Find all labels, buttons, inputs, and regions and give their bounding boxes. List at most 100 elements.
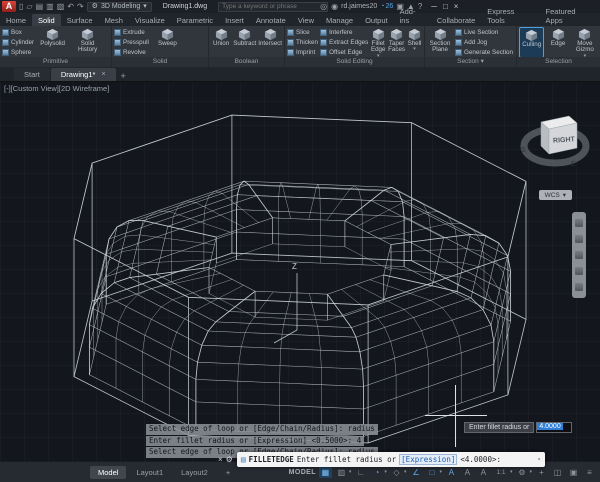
edge-button[interactable]: Edge	[546, 27, 569, 58]
tab-featured-apps[interactable]: Featured Apps	[540, 5, 600, 26]
close-tab-icon[interactable]: ×	[101, 71, 105, 78]
chevron-down-icon[interactable]: ▾	[537, 456, 541, 463]
intersect-button[interactable]: Intersect	[258, 27, 282, 58]
panel-label-boolean[interactable]: Boolean	[209, 57, 284, 67]
interfere-button[interactable]: Interfere	[320, 28, 368, 37]
graphics-performance-icon[interactable]: ▣	[567, 466, 580, 478]
orbit-icon[interactable]	[575, 267, 583, 275]
tab-insert[interactable]: Insert	[219, 14, 250, 26]
ortho-icon[interactable]: ∟	[354, 466, 367, 478]
compass-south-label[interactable]: S	[521, 147, 526, 154]
navigation-bar[interactable]	[572, 212, 586, 298]
taper-faces-button[interactable]: Taper Faces	[388, 27, 405, 58]
units-icon[interactable]: ◫	[551, 466, 564, 478]
annotation-visibility-icon[interactable]: A	[445, 466, 458, 478]
maximize-icon[interactable]: □	[443, 2, 448, 11]
search-icon[interactable]: ◎	[320, 2, 327, 11]
model-space-label[interactable]: MODEL	[289, 469, 316, 476]
open-file-icon[interactable]: ▱	[26, 2, 32, 11]
subtract-button[interactable]: Subtract	[233, 27, 256, 58]
tab-parametric[interactable]: Parametric	[171, 14, 219, 26]
chevron-down-icon[interactable]: ▾	[349, 469, 352, 475]
viewport-controls[interactable]: [-][Custom View][2D Wireframe]	[4, 84, 109, 93]
cylinder-button[interactable]: Cylinder	[2, 38, 34, 47]
imprint-button[interactable]: Imprint	[287, 48, 318, 57]
new-drawing-tab-icon[interactable]: +	[117, 71, 130, 81]
close-icon[interactable]: ×	[454, 2, 459, 11]
autoscale-icon[interactable]: A	[461, 466, 474, 478]
tab-annotate[interactable]: Annotate	[250, 14, 292, 26]
annotation-scale-value[interactable]: 1:1	[493, 466, 509, 478]
customize-wrench-icon[interactable]: ⚙	[226, 455, 233, 464]
tab-solid[interactable]: Solid	[32, 14, 61, 26]
polar-tracking-icon[interactable]: ◔	[370, 466, 383, 478]
dynamic-input-value[interactable]: 4.0000	[536, 422, 572, 433]
osnap-tracking-icon[interactable]: ∠	[409, 466, 422, 478]
revolve-button[interactable]: Revolve	[114, 48, 149, 57]
redo-icon[interactable]: ↷	[77, 2, 84, 11]
save-as-icon[interactable]: ▥	[46, 2, 54, 11]
tab-layout1[interactable]: Layout1	[128, 466, 171, 479]
extrude-button[interactable]: Extrude	[114, 28, 149, 37]
tab-addins[interactable]: Add-ins	[394, 5, 431, 26]
extract-edges-button[interactable]: Extract Edges	[320, 38, 368, 47]
pan-icon[interactable]	[575, 235, 583, 243]
annotation-monitor-icon[interactable]: +	[535, 466, 548, 478]
isodraft-icon[interactable]: ◇	[390, 466, 403, 478]
chevron-down-icon[interactable]: ▾	[439, 469, 442, 475]
tab-model[interactable]: Model	[90, 466, 126, 479]
minimize-icon[interactable]: ─	[431, 2, 437, 11]
new-layout-icon[interactable]: +	[218, 466, 238, 479]
tab-view[interactable]: View	[292, 14, 320, 26]
thicken-button[interactable]: Thicken	[287, 38, 318, 47]
tab-layout2[interactable]: Layout2	[173, 466, 216, 479]
compass-east-label[interactable]: E	[571, 161, 576, 168]
tab-express-tools[interactable]: Express Tools	[481, 5, 539, 26]
panel-label-solid-editing[interactable]: Solid Editing	[285, 57, 424, 67]
wcs-dropdown[interactable]: WCS▾	[539, 190, 572, 200]
tab-output[interactable]: Output	[359, 14, 394, 26]
sphere-button[interactable]: Sphere	[2, 48, 34, 57]
search-input[interactable]	[219, 3, 320, 10]
generate-section-button[interactable]: Generate Section	[455, 48, 513, 57]
panel-label-primitive[interactable]: Primitive	[0, 57, 111, 67]
drawing-canvas[interactable]: Z [-][Custom View][2D Wireframe] S E RIG…	[0, 82, 600, 462]
customization-menu-icon[interactable]: ≡	[583, 466, 596, 478]
signin-username[interactable]: rd.jaimes20	[341, 3, 377, 10]
wireframe-model[interactable]: Z	[0, 82, 600, 462]
offset-edge-button[interactable]: Offset Edge	[320, 48, 368, 57]
panel-label-section[interactable]: Section ▾	[425, 57, 516, 67]
recent-commands-icon[interactable]: ▤	[241, 455, 246, 464]
viewcube[interactable]: S E RIGHT	[515, 96, 595, 188]
workspace-switcher[interactable]: ⚙ 3D Modeling ▾	[87, 2, 152, 12]
panel-label-solid[interactable]: Solid	[112, 57, 208, 67]
new-file-icon[interactable]: ▯	[19, 2, 23, 11]
annotation-scale-icon[interactable]: A	[477, 466, 490, 478]
fillet-edge-button[interactable]: Fillet Edge▾	[370, 27, 386, 58]
app-logo-icon[interactable]: A	[2, 1, 16, 12]
snap-icon[interactable]: ▥	[335, 466, 348, 478]
polysolid-button[interactable]: Polysolid	[36, 27, 69, 58]
tab-manage[interactable]: Manage	[320, 14, 359, 26]
zoom-icon[interactable]	[575, 251, 583, 259]
search-box[interactable]: ◎	[218, 2, 328, 12]
presspull-button[interactable]: Presspull	[114, 38, 149, 47]
full-navigation-wheel-icon[interactable]	[575, 219, 583, 227]
trial-badge[interactable]: ◔26	[380, 3, 393, 10]
osnap-icon[interactable]: □	[425, 466, 438, 478]
save-icon[interactable]: ▤	[36, 2, 44, 11]
file-tab-start[interactable]: Start	[14, 68, 50, 81]
sweep-button[interactable]: Sweep	[151, 27, 184, 58]
move-gizmo-button[interactable]: Move Gizmo▾	[572, 27, 598, 58]
panel-label-selection[interactable]: Selection	[517, 57, 600, 67]
file-tab-drawing1[interactable]: Drawing1*×	[51, 68, 116, 81]
chevron-down-icon[interactable]: ▾	[529, 469, 532, 475]
tab-visualize[interactable]: Visualize	[129, 14, 171, 26]
command-input-bar[interactable]: ▤ FILLETEDGE Enter fillet radius or [Exp…	[237, 452, 545, 467]
live-section-button[interactable]: Live Section	[455, 28, 513, 37]
command-option-expression[interactable]: [Expression]	[399, 454, 457, 465]
solid-history-button[interactable]: Solid History	[71, 27, 104, 58]
undo-icon[interactable]: ↶	[67, 2, 74, 11]
slice-button[interactable]: Slice	[287, 28, 318, 37]
showmotion-icon[interactable]	[575, 283, 583, 291]
